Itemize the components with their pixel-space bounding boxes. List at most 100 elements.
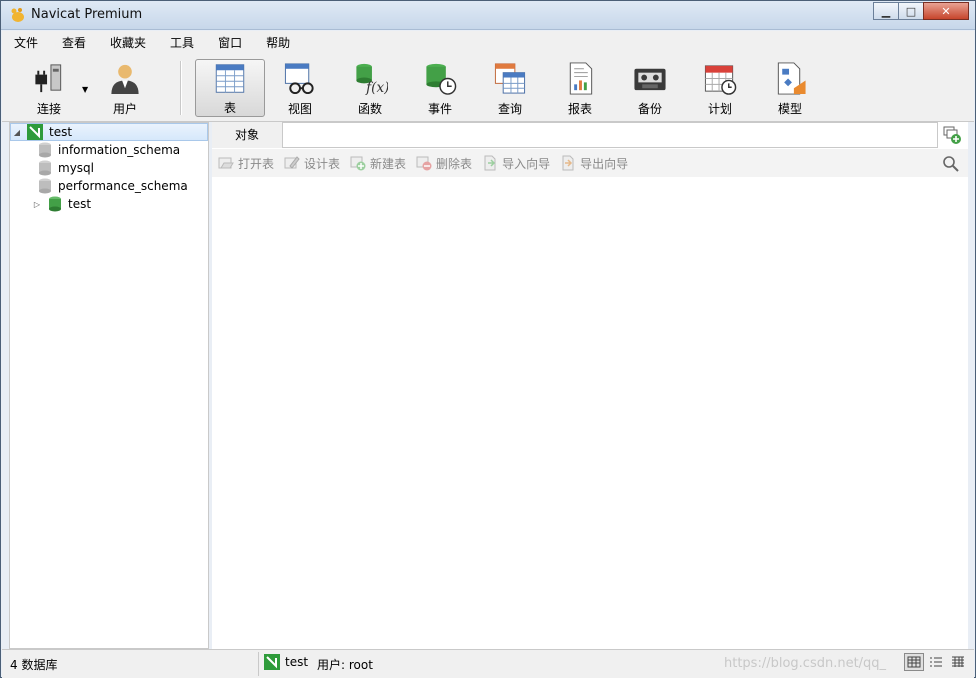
delete-table-icon	[416, 156, 432, 171]
backup-label: 备份	[637, 102, 662, 116]
mysql-connection-icon	[27, 124, 43, 140]
status-connection-label: test	[285, 655, 309, 669]
plug-icon	[35, 64, 62, 93]
database-count: 4 数据库	[10, 658, 58, 672]
grid-view-button[interactable]	[904, 653, 924, 671]
collapse-arrow-icon[interactable]: ◢	[11, 128, 23, 137]
window-title: Navicat Premium	[31, 7, 143, 22]
import-wizard-label: 导入向导	[502, 156, 551, 171]
report-button[interactable]: 报表	[545, 59, 615, 117]
menu-file[interactable]: 文件	[2, 31, 50, 55]
database-active-icon	[49, 196, 61, 212]
new-tab-add-icon[interactable]	[942, 125, 962, 145]
design-table-button[interactable]: 设计表	[284, 155, 340, 172]
open-table-button[interactable]: 打开表	[218, 155, 274, 172]
close-icon: ✕	[941, 4, 951, 18]
database-icon	[39, 160, 51, 176]
export-wizard-icon	[562, 155, 574, 171]
new-table-icon	[350, 156, 366, 171]
new-table-label: 新建表	[370, 156, 407, 171]
model-icon	[777, 62, 806, 95]
tree-db-mysql[interactable]: mysql	[38, 159, 94, 177]
schedule-button[interactable]: 计划	[685, 59, 755, 117]
navicat-logo-icon	[11, 8, 24, 22]
grid-view-icon	[907, 656, 921, 668]
schedule-label: 计划	[707, 102, 732, 116]
menu-favorites[interactable]: 收藏夹	[98, 31, 158, 55]
connect-button[interactable]: 连接	[14, 59, 84, 117]
query-icon	[494, 63, 526, 94]
schedule-calendar-icon	[704, 65, 737, 95]
model-button[interactable]: 模型	[755, 59, 825, 117]
app-window: Navicat Premium ▁ □ ✕ 文件 查看 收藏夹 工具 窗口 帮助…	[0, 0, 976, 678]
event-label: 事件	[427, 102, 452, 116]
menu-bar: 文件 查看 收藏夹 工具 窗口 帮助	[2, 31, 974, 55]
database-icon	[39, 178, 51, 194]
title-bar: Navicat Premium ▁ □ ✕	[1, 1, 975, 30]
menu-tools[interactable]: 工具	[158, 31, 206, 55]
minimize-button[interactable]: ▁	[873, 2, 899, 20]
open-table-label: 打开表	[238, 156, 275, 171]
tree-db-label: mysql	[58, 161, 94, 175]
minimize-icon: ▁	[881, 4, 891, 18]
detail-view-button[interactable]	[948, 653, 968, 671]
export-wizard-button[interactable]: 导出向导	[560, 155, 628, 172]
menu-view[interactable]: 查看	[50, 31, 98, 55]
tree-connection-test[interactable]: ◢ test	[10, 123, 208, 141]
function-icon: f(x)	[356, 63, 388, 96]
expand-arrow-icon[interactable]: ▷	[32, 200, 42, 209]
close-button[interactable]: ✕	[923, 2, 969, 20]
function-label: 函数	[357, 102, 382, 116]
event-button[interactable]: 事件	[405, 59, 475, 117]
status-bar: 4 数据库 test 用户: root https://blog.csdn.ne…	[2, 649, 974, 678]
user-button[interactable]: 用户	[90, 59, 160, 117]
view-mode-switcher	[902, 653, 968, 671]
menu-help[interactable]: 帮助	[254, 31, 302, 55]
report-icon	[569, 62, 593, 95]
connect-dropdown-icon[interactable]: ▼	[82, 85, 88, 94]
main-toolbar: 连接 ▼ 用户 表 视图 f(x) 函数 事件 查询 报表 备份 计划 模型	[2, 55, 974, 122]
design-table-label: 设计表	[304, 156, 341, 171]
status-user: 用户: root	[317, 658, 373, 672]
view-button[interactable]: 视图	[265, 59, 335, 117]
query-label: 查询	[497, 102, 522, 116]
connect-label: 连接	[36, 102, 61, 116]
table-icon	[215, 64, 245, 93]
delete-table-button[interactable]: 删除表	[416, 155, 472, 172]
tree-db-label: performance_schema	[58, 179, 188, 193]
import-wizard-button[interactable]: 导入向导	[482, 155, 550, 172]
model-label: 模型	[777, 102, 802, 116]
export-wizard-label: 导出向导	[580, 156, 629, 171]
tree-connection-label: test	[49, 125, 73, 139]
backup-button[interactable]: 备份	[615, 59, 685, 117]
function-button[interactable]: f(x) 函数	[335, 59, 405, 117]
list-view-button[interactable]	[926, 653, 946, 671]
table-label: 表	[223, 101, 236, 115]
maximize-icon: □	[905, 4, 917, 18]
object-action-toolbar: 打开表 设计表 新建表 删除表 导入向导 导出向导	[212, 149, 968, 177]
tree-db-performance-schema[interactable]: performance_schema	[38, 177, 188, 195]
open-table-icon	[218, 157, 234, 169]
tree-db-label: test	[68, 197, 92, 211]
svg-text:f(x): f(x)	[365, 80, 388, 96]
report-label: 报表	[567, 102, 592, 116]
import-wizard-icon	[484, 155, 496, 171]
list-view-icon	[930, 657, 942, 667]
tree-db-test[interactable]: ▷ test	[32, 195, 91, 213]
table-button[interactable]: 表	[195, 59, 265, 117]
status-separator	[258, 652, 259, 676]
query-button[interactable]: 查询	[475, 59, 545, 117]
maximize-button[interactable]: □	[898, 2, 924, 20]
delete-table-label: 删除表	[436, 156, 473, 171]
backup-cassette-icon	[634, 68, 666, 91]
menu-window[interactable]: 窗口	[206, 31, 254, 55]
watermark-text: https://blog.csdn.net/qq_	[724, 656, 887, 671]
mysql-connection-icon	[264, 654, 280, 670]
new-table-button[interactable]: 新建表	[350, 155, 406, 172]
database-icon	[39, 142, 51, 158]
view-label: 视图	[287, 102, 312, 116]
detail-view-icon	[952, 656, 964, 667]
tab-objects[interactable]: 对象	[212, 122, 283, 148]
search-icon[interactable]	[942, 155, 960, 173]
tree-db-information-schema[interactable]: information_schema	[38, 141, 180, 159]
